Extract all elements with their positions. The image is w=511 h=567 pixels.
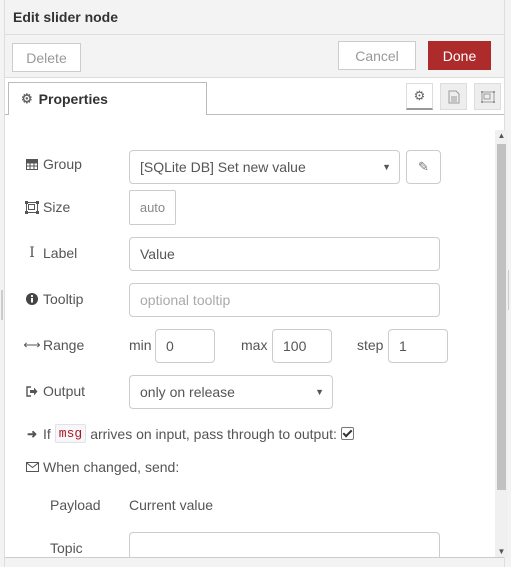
chevron-down-icon: ▼ [382, 162, 391, 172]
group-label: Group [25, 156, 82, 172]
payload-label: Payload [50, 497, 101, 513]
payload-value: Current value [129, 497, 214, 513]
size-label: Size [25, 199, 70, 215]
tab-settings[interactable]: ⚙ [406, 83, 433, 110]
table-icon [25, 158, 39, 170]
tab-bar: ⚙ Properties ⚙ [5, 78, 504, 115]
passthrough-row: ➜ If msg arrives on input, pass through … [25, 424, 354, 443]
tab-properties[interactable]: ⚙ Properties [8, 82, 207, 115]
tooltip-input[interactable]: optional tooltip [129, 283, 440, 317]
range-step-label: step [357, 337, 384, 353]
passthrough-checkbox[interactable] [340, 427, 354, 440]
scroll-up-icon[interactable]: ▲ [495, 130, 508, 142]
range-max-input[interactable]: 100 [272, 329, 332, 363]
delete-button[interactable]: Delete [12, 43, 81, 72]
msg-code: msg [54, 424, 87, 443]
scrollbar[interactable]: ▲ ▼ [495, 130, 508, 558]
properties-form: Group [SQLite DB] Set new value ▼ ✎ Size… [5, 115, 504, 558]
tooltip-label: Tooltip [25, 291, 83, 307]
size-button[interactable]: auto [129, 190, 176, 225]
dialog-title: Edit slider node [13, 9, 119, 25]
gear-icon: ⚙ [413, 88, 426, 103]
edit-group-button[interactable]: ✎ [406, 150, 441, 184]
dialog-footer [5, 557, 504, 567]
range-step-input[interactable]: 1 [388, 329, 448, 363]
range-max-label: max [241, 337, 268, 353]
dialog-toolbar: Delete Cancel Done [5, 35, 504, 78]
group-select[interactable]: [SQLite DB] Set new value ▼ [129, 150, 400, 184]
resize-grip[interactable] [1, 290, 3, 320]
tab-properties-label: Properties [38, 91, 108, 107]
description-icon [448, 90, 459, 103]
output-label: Output [25, 383, 85, 399]
pencil-icon: ✎ [418, 159, 429, 174]
tab-description[interactable] [440, 83, 467, 110]
range-min-label: min [129, 337, 152, 353]
envelope-icon [25, 462, 39, 472]
appearance-icon [480, 90, 495, 103]
sign-out-icon [25, 385, 39, 397]
gear-icon: ⚙ [21, 91, 33, 106]
text-cursor-icon: I [29, 245, 35, 261]
resize-icon [25, 200, 39, 214]
range-label: ⟷ Range [23, 337, 85, 353]
label-label: I Label [25, 245, 77, 261]
arrow-right-icon: ➜ [26, 426, 38, 441]
info-circle-icon [25, 293, 39, 305]
when-changed-label: When changed, send: [25, 459, 179, 475]
dialog-titlebar: Edit slider node [5, 0, 504, 35]
tab-appearance[interactable] [474, 83, 501, 110]
topic-label: Topic [50, 540, 83, 556]
range-min-input[interactable]: 0 [155, 329, 215, 363]
output-select[interactable]: only on release ▼ [129, 375, 333, 409]
scrollbar-thumb[interactable] [497, 144, 506, 490]
cancel-button[interactable]: Cancel [338, 41, 416, 70]
label-input[interactable]: Value [129, 237, 440, 271]
topic-input[interactable] [129, 532, 440, 558]
done-button[interactable]: Done [428, 41, 491, 70]
arrows-h-icon: ⟷ [23, 338, 41, 352]
chevron-down-icon: ▼ [315, 387, 324, 397]
